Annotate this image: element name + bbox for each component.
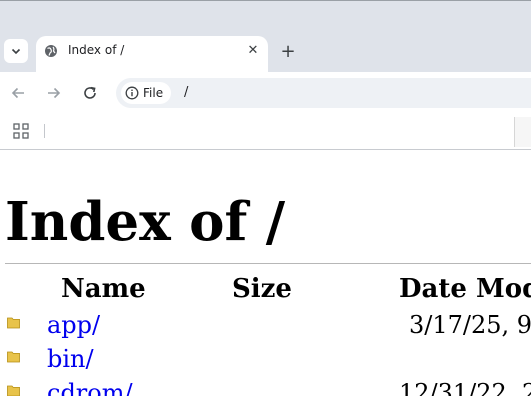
tab-search-button[interactable] (4, 39, 28, 63)
info-icon (125, 86, 139, 100)
file-link[interactable]: app/ (47, 311, 100, 339)
new-tab-button[interactable]: + (278, 41, 298, 62)
divider (5, 263, 531, 264)
apps-grid-icon[interactable] (13, 123, 29, 139)
tab-strip: Index of / ✕ + (0, 0, 531, 73)
list-item: bin/ (0, 341, 531, 375)
bookmarks-divider (44, 124, 45, 138)
address-bar[interactable]: File / (116, 78, 531, 108)
page-content: Index of / Name Size Date Modif app/ 3/1… (0, 150, 531, 396)
chip-label: File (143, 86, 164, 100)
tab-title: Index of / (68, 43, 125, 57)
browser-toolbar: File / (0, 72, 531, 114)
file-link[interactable]: cdrom/ (47, 379, 133, 396)
back-button[interactable] (7, 82, 29, 104)
list-item: cdrom/ 12/31/22, 2 (0, 375, 531, 396)
forward-button[interactable] (43, 82, 65, 104)
window-edge (514, 117, 531, 147)
bookmarks-redacted (56, 120, 506, 144)
date-modified: 3/17/25, 9: (409, 311, 531, 339)
arrow-left-icon (11, 87, 24, 99)
tab-index[interactable]: Index of / ✕ (36, 36, 268, 73)
reload-button[interactable] (79, 82, 101, 104)
folder-icon (7, 385, 20, 396)
folder-icon (7, 317, 20, 329)
column-header-name[interactable]: Name (61, 274, 146, 304)
reload-icon (84, 86, 96, 99)
url-text[interactable]: / (184, 85, 188, 100)
close-icon[interactable]: ✕ (244, 41, 262, 59)
page-title: Index of / (5, 191, 286, 253)
folder-icon (7, 351, 20, 363)
bookmarks-bar (0, 114, 531, 150)
chevron-down-icon (11, 48, 21, 55)
column-header-size[interactable]: Size (232, 274, 292, 304)
file-link[interactable]: bin/ (47, 345, 94, 373)
globe-icon (45, 45, 57, 57)
column-header-date[interactable]: Date Modif (399, 274, 531, 304)
date-modified: 12/31/22, 2 (399, 379, 531, 396)
list-item: app/ 3/17/25, 9: (0, 307, 531, 341)
site-info-chip[interactable]: File (121, 82, 172, 104)
arrow-right-icon (48, 87, 61, 99)
